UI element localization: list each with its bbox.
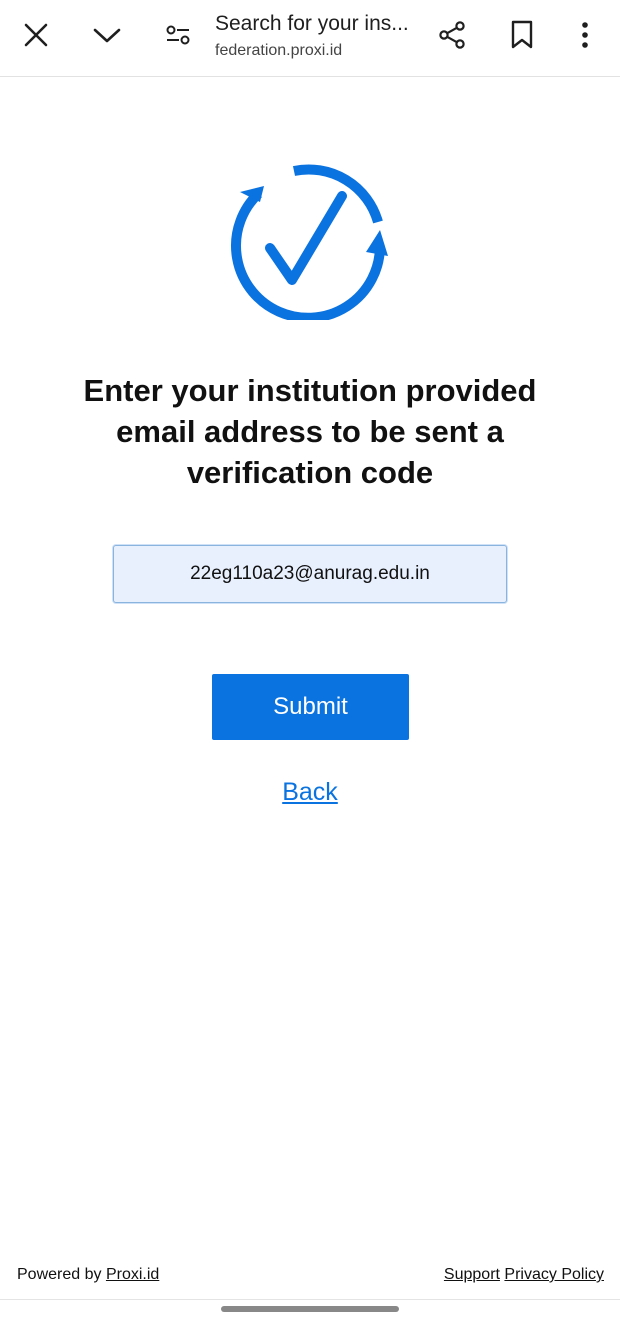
chevron-down-icon bbox=[93, 28, 121, 43]
share-icon bbox=[439, 21, 465, 49]
close-icon bbox=[24, 23, 48, 47]
proxi-id-link[interactable]: Proxi.id bbox=[106, 1266, 159, 1283]
more-vert-icon bbox=[582, 22, 588, 48]
submit-button[interactable]: Submit bbox=[212, 674, 409, 740]
url-bar[interactable]: Search for your ins... federation.proxi.… bbox=[215, 8, 420, 66]
email-field[interactable] bbox=[113, 545, 507, 603]
back-link-container: Back bbox=[0, 776, 620, 808]
bookmark-icon bbox=[511, 20, 533, 49]
footer-links: Support Privacy Policy bbox=[444, 1265, 604, 1285]
minimize-button[interactable] bbox=[85, 13, 129, 57]
bookmark-button[interactable] bbox=[500, 13, 544, 57]
page-title: Search for your ins... bbox=[215, 12, 409, 35]
page-settings-button[interactable] bbox=[156, 13, 200, 57]
browser-toolbar: Search for your ins... federation.proxi.… bbox=[0, 0, 620, 77]
close-button[interactable] bbox=[14, 13, 58, 57]
powered-by-label: Powered by bbox=[17, 1266, 106, 1283]
share-button[interactable] bbox=[430, 13, 474, 57]
page: Search for your ins... federation.proxi.… bbox=[0, 0, 620, 1323]
powered-by: Powered by Proxi.id bbox=[17, 1265, 159, 1285]
instruction-heading: Enter your institution provided email ad… bbox=[83, 373, 537, 490]
footer-divider bbox=[0, 1299, 620, 1300]
tune-icon bbox=[166, 25, 190, 45]
verified-check-cycle-icon bbox=[231, 164, 388, 320]
back-link[interactable]: Back bbox=[282, 778, 338, 806]
support-link[interactable]: Support bbox=[444, 1266, 500, 1283]
page-domain: federation.proxi.id bbox=[215, 42, 343, 59]
gesture-navigation-bar[interactable] bbox=[221, 1306, 399, 1312]
more-options-button[interactable] bbox=[563, 13, 607, 57]
privacy-policy-link[interactable]: Privacy Policy bbox=[504, 1266, 604, 1283]
